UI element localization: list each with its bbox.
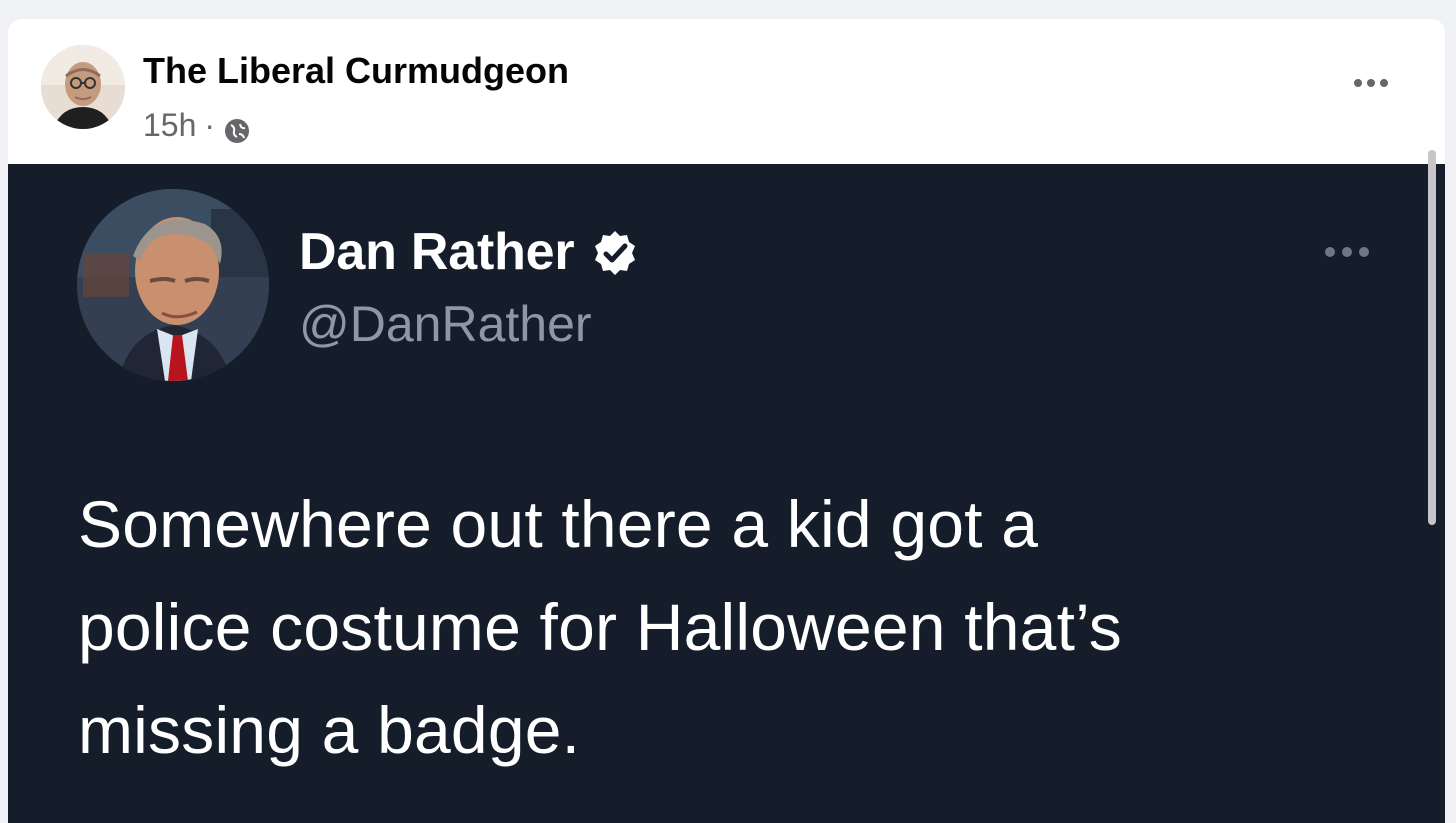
tweet-avatar-image [77,189,269,381]
more-horizontal-icon [1325,247,1335,257]
more-horizontal-icon [1380,79,1388,87]
post-options-button[interactable] [1349,66,1393,100]
post-author-name[interactable]: The Liberal Curmudgeon [143,49,569,93]
tweet-name-row: Dan Rather [299,222,640,282]
page-avatar-image [41,45,125,129]
post-timestamp[interactable]: 15h [143,105,196,145]
more-horizontal-icon [1342,247,1352,257]
post-header: The Liberal Curmudgeon 15h · [8,19,1445,164]
tweet-display-name: Dan Rather [299,223,575,281]
tweet-handle: @DanRather [299,296,592,352]
vertical-scrollbar-thumb[interactable] [1428,150,1436,525]
shared-tweet-screenshot[interactable]: Dan Rather @DanRather Somewhere out ther… [8,164,1445,823]
more-horizontal-icon [1367,79,1375,87]
globe-icon[interactable] [223,114,251,143]
more-horizontal-icon [1359,247,1369,257]
tweet-avatar [77,189,269,381]
tweet-text: Somewhere out there a kid got a police c… [78,487,1122,767]
more-horizontal-icon [1354,79,1362,87]
verified-badge-icon [590,228,640,278]
meta-separator: · [204,107,216,143]
page-avatar[interactable] [41,45,125,129]
facebook-post-card: The Liberal Curmudgeon 15h · Dan Rather … [8,19,1445,823]
post-meta: 15h · [143,105,251,145]
tweet-options-icon [1325,242,1385,262]
